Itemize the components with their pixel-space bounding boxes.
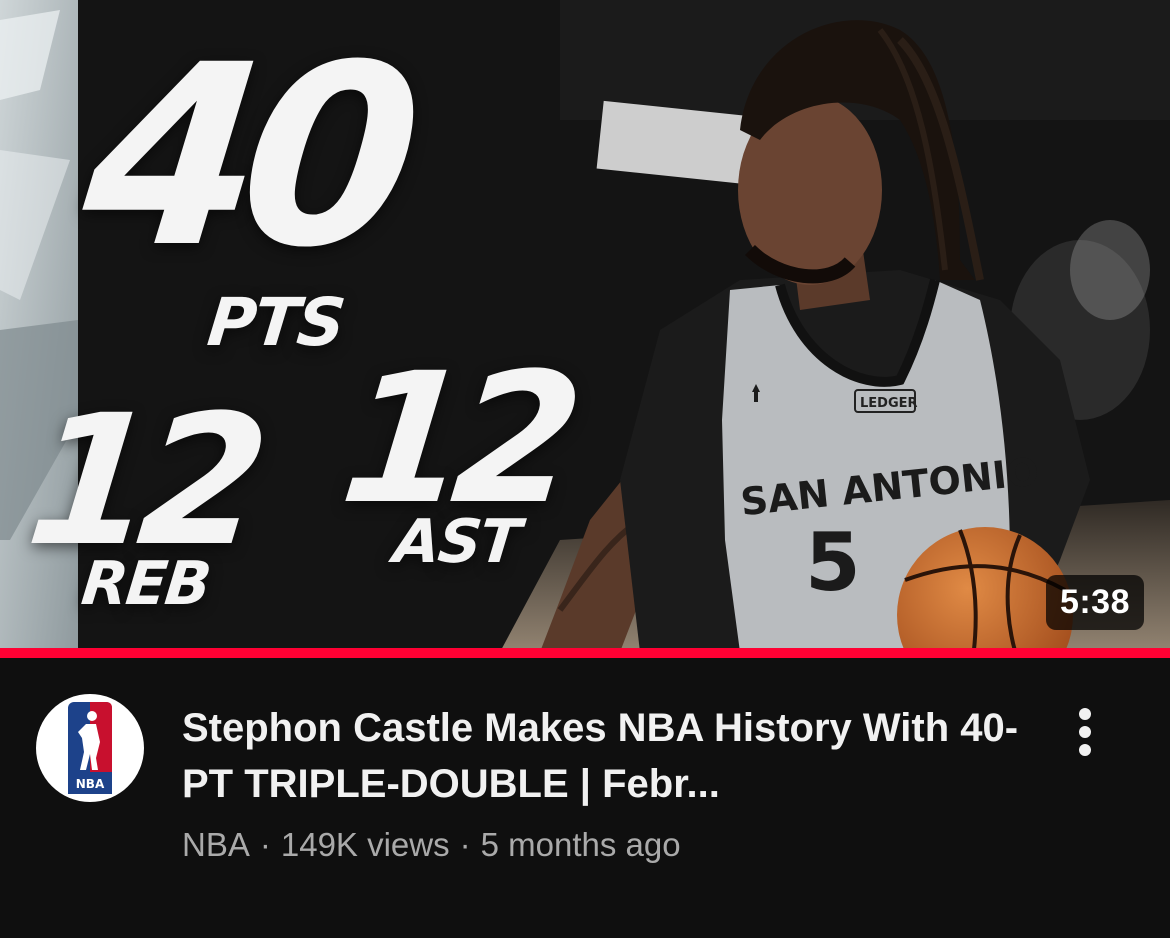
view-count: 149K views xyxy=(280,826,450,863)
upload-age: 5 months ago xyxy=(480,826,681,863)
points-label: PTS xyxy=(204,284,348,361)
jersey-sponsor: LEDGER xyxy=(860,396,918,411)
video-card[interactable]: SAN ANTONIO 5 LEDGER 40 PTS 12 REB 12 AS… xyxy=(0,0,1170,938)
watch-progress-bar xyxy=(0,648,1170,658)
jersey-number: 5 xyxy=(805,516,861,609)
rebounds-value: 12 xyxy=(19,377,264,586)
video-thumbnail[interactable]: SAN ANTONIO 5 LEDGER 40 PTS 12 REB 12 AS… xyxy=(0,0,1170,652)
rebounds-label: REB xyxy=(78,549,213,619)
more-vertical-icon xyxy=(1079,708,1091,756)
points-value: 40 xyxy=(72,11,416,302)
video-title[interactable]: Stephon Castle Makes NBA History With 40… xyxy=(182,700,1042,812)
meta-separator: · xyxy=(259,826,271,863)
more-options-button[interactable] xyxy=(1060,702,1110,762)
watch-progress-fill xyxy=(0,648,1170,658)
duration-badge: 5:38 xyxy=(1045,575,1144,630)
assists-value: 12 xyxy=(333,335,578,544)
nba-logo-icon: NBA xyxy=(68,702,112,794)
nba-logo-text: NBA xyxy=(76,777,105,791)
channel-name[interactable]: NBA xyxy=(182,826,250,863)
assists-label: AST xyxy=(390,507,523,577)
video-metadata: NBA · 149K views · 5 months ago xyxy=(182,826,681,864)
channel-avatar[interactable]: NBA xyxy=(36,694,144,802)
meta-separator: · xyxy=(459,826,471,863)
